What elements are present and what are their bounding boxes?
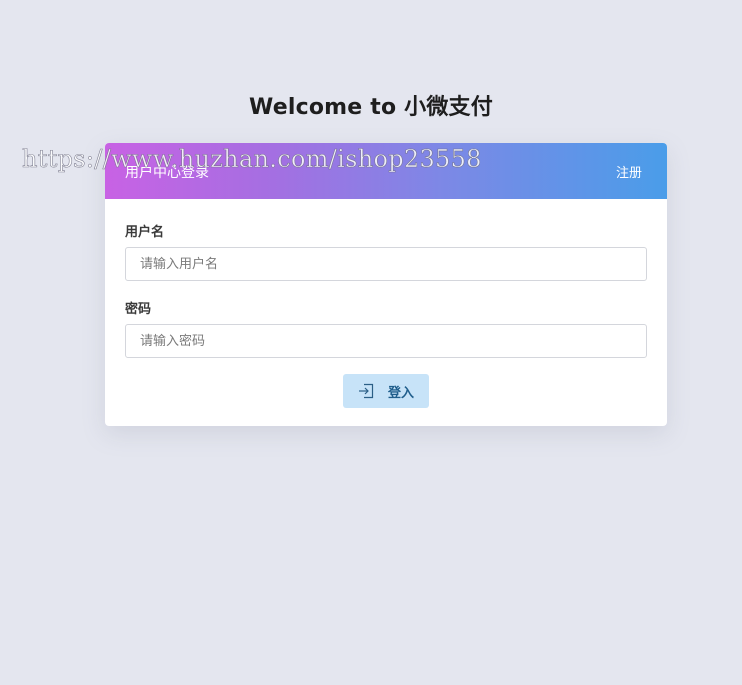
form-actions: 登入 xyxy=(125,374,647,408)
username-group: 用户名 xyxy=(125,221,647,281)
login-button-label: 登入 xyxy=(387,385,414,401)
password-label: 密码 xyxy=(125,302,152,317)
username-label: 用户名 xyxy=(125,225,165,240)
password-group: 密码 xyxy=(125,298,647,358)
page-title: Welcome to 小微支付 xyxy=(249,94,493,120)
login-card: 用户中心登录 注册 用户名 密码 登入 xyxy=(105,143,667,426)
card-body: 用户名 密码 登入 xyxy=(105,199,667,408)
password-input[interactable] xyxy=(125,324,647,358)
sign-in-icon xyxy=(358,383,374,399)
login-button[interactable]: 登入 xyxy=(343,374,429,408)
card-header: 用户中心登录 注册 xyxy=(105,143,667,199)
register-link[interactable]: 注册 xyxy=(616,162,642,181)
username-input[interactable] xyxy=(125,247,647,281)
card-title: 用户中心登录 xyxy=(125,165,209,181)
